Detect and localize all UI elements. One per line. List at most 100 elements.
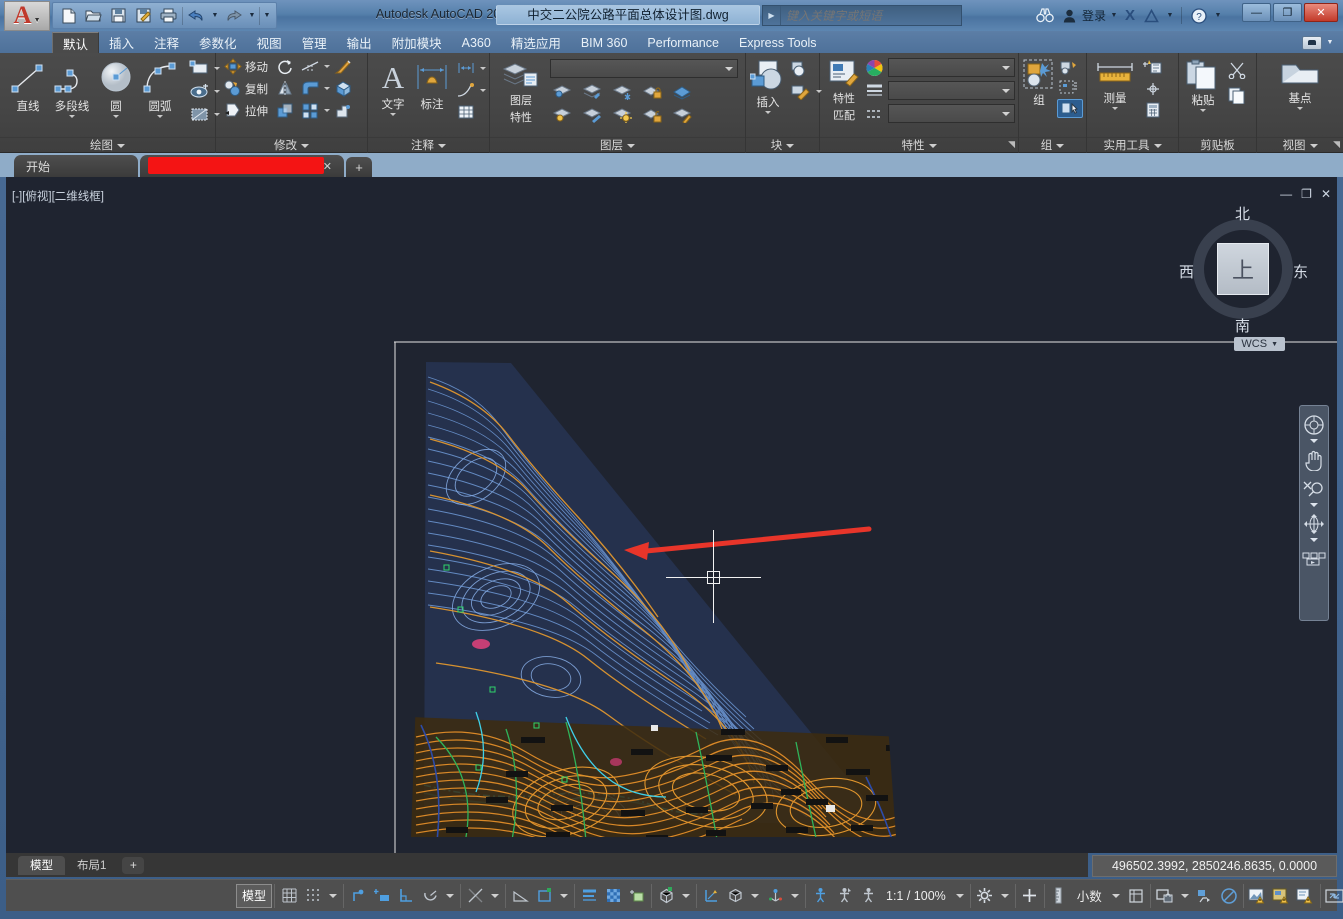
ribbon-tab-featured-apps[interactable]: 精选应用 bbox=[501, 32, 571, 53]
drawing-area[interactable]: [-][俯视][二维线框] — ❐ ✕ 上 北 南 西 东 WCS ▼ bbox=[6, 177, 1337, 853]
ucs-selector[interactable]: WCS ▼ bbox=[1234, 337, 1285, 351]
draw-polyline-button[interactable]: 多段线 bbox=[52, 57, 92, 118]
draw-line-button[interactable]: 直线 bbox=[8, 57, 48, 114]
lineweight-icon[interactable] bbox=[577, 884, 601, 908]
layer-previous-button[interactable] bbox=[580, 105, 605, 124]
draw-region-button[interactable] bbox=[187, 105, 212, 124]
close-button[interactable]: ✕ bbox=[1304, 3, 1338, 22]
ribbon-minimize-dropdown-icon[interactable]: ▼ bbox=[1325, 32, 1335, 54]
paste-button[interactable]: 粘贴 bbox=[1183, 57, 1223, 112]
layer-off-button[interactable] bbox=[670, 82, 695, 101]
modify-mirror-button[interactable] bbox=[274, 79, 297, 98]
clean-screen-icon[interactable] bbox=[1323, 884, 1343, 908]
annotation-scale-icon[interactable] bbox=[856, 884, 880, 908]
annotation-linear-dim-button[interactable] bbox=[454, 59, 478, 77]
linetype-combo-chevron-icon[interactable] bbox=[1002, 111, 1010, 116]
search-input[interactable] bbox=[781, 8, 961, 23]
draw-polyline-dropdown-icon[interactable] bbox=[69, 115, 75, 118]
ribbon-tab-manage[interactable]: 管理 bbox=[292, 32, 337, 53]
edit-attribute-button[interactable] bbox=[788, 82, 814, 101]
osnap-tracking-dropdown-icon[interactable] bbox=[491, 893, 499, 898]
panel-view-expand-icon[interactable] bbox=[1309, 143, 1318, 148]
clean-screen-toggle-icon[interactable] bbox=[1217, 884, 1241, 908]
steering-wheel-icon[interactable] bbox=[1301, 412, 1327, 438]
ribbon-tab-parametric[interactable]: 参数化 bbox=[189, 32, 247, 53]
units-dropdown-icon[interactable] bbox=[1111, 893, 1120, 898]
autodesk-a360-icon[interactable] bbox=[1141, 4, 1162, 28]
new-file-tab-button[interactable]: + bbox=[346, 157, 372, 177]
showmotion-icon[interactable] bbox=[1301, 546, 1327, 572]
zoom-dropdown-icon[interactable] bbox=[1310, 503, 1318, 507]
panel-properties-expand-icon[interactable] bbox=[928, 143, 937, 148]
minimize-button[interactable]: — bbox=[1242, 3, 1271, 22]
modify-copy-button[interactable]: 复制 bbox=[222, 79, 270, 98]
object-snap-icon[interactable] bbox=[532, 884, 556, 908]
view-dialog-launcher-icon[interactable]: ◥ bbox=[1333, 136, 1340, 152]
properties-dialog-launcher-icon[interactable]: ◥ bbox=[1008, 136, 1015, 152]
dynamic-input-icon[interactable] bbox=[370, 884, 394, 908]
ruler-icon[interactable] bbox=[1047, 884, 1071, 908]
snap-dropdown-icon[interactable] bbox=[329, 893, 337, 898]
block-insert-button[interactable]: 插入 bbox=[750, 57, 786, 114]
leader-dropdown-icon[interactable] bbox=[480, 88, 486, 92]
panel-title-annotation[interactable]: 注释 bbox=[368, 137, 489, 153]
cut-button[interactable] bbox=[1225, 61, 1249, 80]
ribbon-minimize-icon[interactable] bbox=[1302, 35, 1322, 50]
account-dropdown-icon[interactable]: ▼ bbox=[1109, 5, 1119, 27]
infer-constraints-icon[interactable] bbox=[346, 884, 370, 908]
viewport-close[interactable]: ✕ bbox=[1321, 187, 1331, 201]
zoom-magnifier-icon[interactable] bbox=[1301, 476, 1327, 502]
modify-trim-button[interactable] bbox=[299, 57, 322, 76]
ribbon-tab-express-tools[interactable]: Express Tools bbox=[729, 32, 827, 53]
copy-button[interactable] bbox=[1225, 86, 1249, 105]
orbit-dropdown-icon[interactable] bbox=[1310, 538, 1318, 542]
object-snap-dropdown-icon[interactable] bbox=[560, 893, 568, 898]
file-tab-drawing[interactable]: ✕ bbox=[140, 155, 344, 177]
annotation-scale-label[interactable]: 1:1 / 100% bbox=[880, 889, 952, 903]
modify-scale-button[interactable] bbox=[274, 101, 297, 120]
pan-hand-icon[interactable] bbox=[1301, 447, 1327, 473]
model-space-button[interactable]: 模型 bbox=[236, 883, 272, 908]
selection-cycling-icon[interactable] bbox=[625, 884, 649, 908]
color-combo[interactable] bbox=[888, 58, 1015, 77]
draw-hatch-button[interactable] bbox=[187, 82, 212, 101]
match-properties-button[interactable]: 特性 匹配 bbox=[828, 57, 860, 123]
help-icon[interactable]: ? bbox=[1188, 4, 1210, 28]
viewport-label[interactable]: [-][俯视][二维线框] bbox=[12, 188, 104, 204]
ortho-icon[interactable] bbox=[394, 884, 418, 908]
layer-on-button[interactable] bbox=[550, 105, 575, 124]
ucs-axis-icon[interactable] bbox=[763, 884, 787, 908]
osnap-tracking-icon[interactable] bbox=[463, 884, 487, 908]
orbit-icon[interactable] bbox=[1301, 511, 1327, 537]
annotation-visibility-icon[interactable] bbox=[808, 884, 832, 908]
panel-utilities-expand-icon[interactable] bbox=[1153, 143, 1162, 148]
autoscale-icon[interactable] bbox=[832, 884, 856, 908]
hardware-accel-icon[interactable] bbox=[1193, 884, 1217, 908]
ribbon-tab-annotate[interactable]: 注释 bbox=[144, 32, 189, 53]
panel-title-layers[interactable]: 图层 bbox=[490, 137, 745, 153]
layer-set-current-button[interactable] bbox=[580, 82, 605, 101]
view-cube-east[interactable]: 东 bbox=[1293, 261, 1308, 282]
file-tab-close-icon[interactable]: ✕ bbox=[323, 160, 332, 173]
printer-icon[interactable] bbox=[157, 5, 180, 27]
ribbon-tab-view[interactable]: 视图 bbox=[247, 32, 292, 53]
draw-rectangle-button[interactable] bbox=[187, 59, 212, 78]
layer-combo-chevron-icon[interactable] bbox=[725, 66, 733, 71]
help-dropdown-icon[interactable]: ▼ bbox=[1213, 5, 1223, 27]
panel-title-view[interactable]: 视图 ◥ bbox=[1257, 137, 1343, 153]
layer-freeze-button[interactable] bbox=[610, 82, 635, 101]
ungroup-button[interactable] bbox=[1057, 59, 1083, 76]
create-block-button[interactable] bbox=[788, 59, 822, 78]
search-box[interactable]: ▶ bbox=[762, 5, 962, 26]
save-as-icon[interactable] bbox=[132, 5, 155, 27]
panel-annotation-expand-icon[interactable] bbox=[438, 143, 446, 148]
base-point-dropdown-icon[interactable] bbox=[1297, 107, 1303, 110]
annotation-scale-dropdown-icon[interactable] bbox=[955, 893, 964, 898]
draw-circle-dropdown-icon[interactable] bbox=[113, 115, 119, 118]
draw-circle-button[interactable]: 圆 bbox=[96, 57, 136, 118]
panel-block-expand-icon[interactable] bbox=[786, 143, 795, 148]
transparency-icon[interactable] bbox=[601, 884, 625, 908]
layer-match-button[interactable] bbox=[670, 105, 695, 124]
modify-move-button[interactable]: 移动 bbox=[222, 57, 270, 76]
security-alert-icon[interactable] bbox=[1294, 884, 1318, 908]
